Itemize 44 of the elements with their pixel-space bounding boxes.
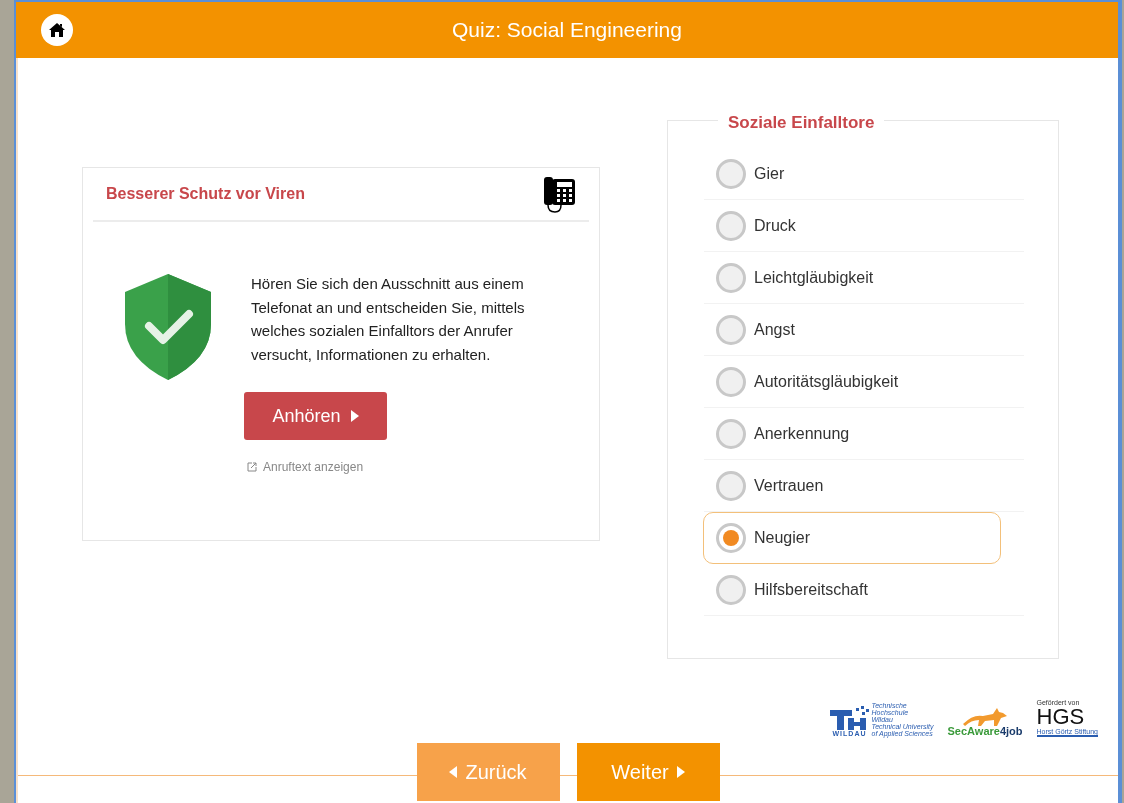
- option-label: Autoritätsgläubigkeit: [754, 371, 899, 392]
- external-link-icon: [247, 462, 257, 472]
- option-label: Vertrauen: [754, 475, 824, 496]
- home-button[interactable]: [41, 14, 73, 46]
- radio-button[interactable]: [716, 366, 746, 397]
- option-label: Neugier: [754, 528, 811, 548]
- option-label: Gier: [754, 163, 785, 184]
- logo-text: SecAware4job: [947, 726, 1023, 737]
- back-caret-icon: [449, 766, 458, 778]
- answer-option[interactable]: Neugier: [703, 512, 1001, 564]
- radio-button[interactable]: [716, 523, 746, 553]
- answer-option[interactable]: Anerkennung: [704, 408, 1024, 460]
- answer-option[interactable]: Druck: [704, 200, 1024, 252]
- window-title: Quiz: Social Engineering: [452, 17, 682, 44]
- show-transcript-link[interactable]: Anruftext anzeigen: [247, 458, 573, 476]
- radio-button[interactable]: [716, 314, 746, 345]
- option-label: Druck: [754, 215, 796, 236]
- logo-text: HGS: [1036, 706, 1085, 728]
- home-icon: [49, 23, 65, 37]
- option-label: Leichtgläubigkeit: [754, 267, 874, 288]
- card-title: Besserer Schutz vor Viren: [106, 184, 305, 204]
- radio-button[interactable]: [716, 210, 746, 241]
- radio-button[interactable]: [716, 262, 746, 293]
- fox-icon: [963, 706, 1007, 726]
- play-icon: [350, 410, 359, 422]
- answer-option[interactable]: Hilfsbereitschaft: [704, 564, 1024, 616]
- answer-option[interactable]: Vertrauen: [704, 460, 1024, 512]
- answer-option[interactable]: Angst: [704, 304, 1024, 356]
- instruction-text: Hören Sie sich den Ausschnitt aus einem Telefonat an und entscheiden Sie, mittels welches sozialen Einfalltors der Anrufer versucht, Informationen zu erhalten.: [250, 274, 526, 365]
- radio-button[interactable]: [716, 574, 746, 605]
- answer-option[interactable]: Autoritätsgläubigkeit: [704, 356, 1024, 408]
- radio-button[interactable]: [716, 418, 746, 449]
- radio-button[interactable]: [716, 158, 746, 189]
- next-caret-icon: [676, 766, 685, 778]
- option-label: Angst: [754, 319, 795, 340]
- answer-option[interactable]: Gier: [704, 148, 1024, 200]
- listen-button[interactable]: Anhören: [244, 392, 387, 440]
- option-label: Anerkennung: [754, 423, 850, 444]
- shield-check-icon: [125, 274, 211, 380]
- telephone-icon: [544, 175, 576, 213]
- answer-option[interactable]: Leichtgläubigkeit: [704, 252, 1024, 304]
- th-mark-icon: [829, 706, 870, 730]
- option-label: Hilfsbereitschaft: [754, 579, 868, 600]
- radio-button[interactable]: [716, 470, 746, 501]
